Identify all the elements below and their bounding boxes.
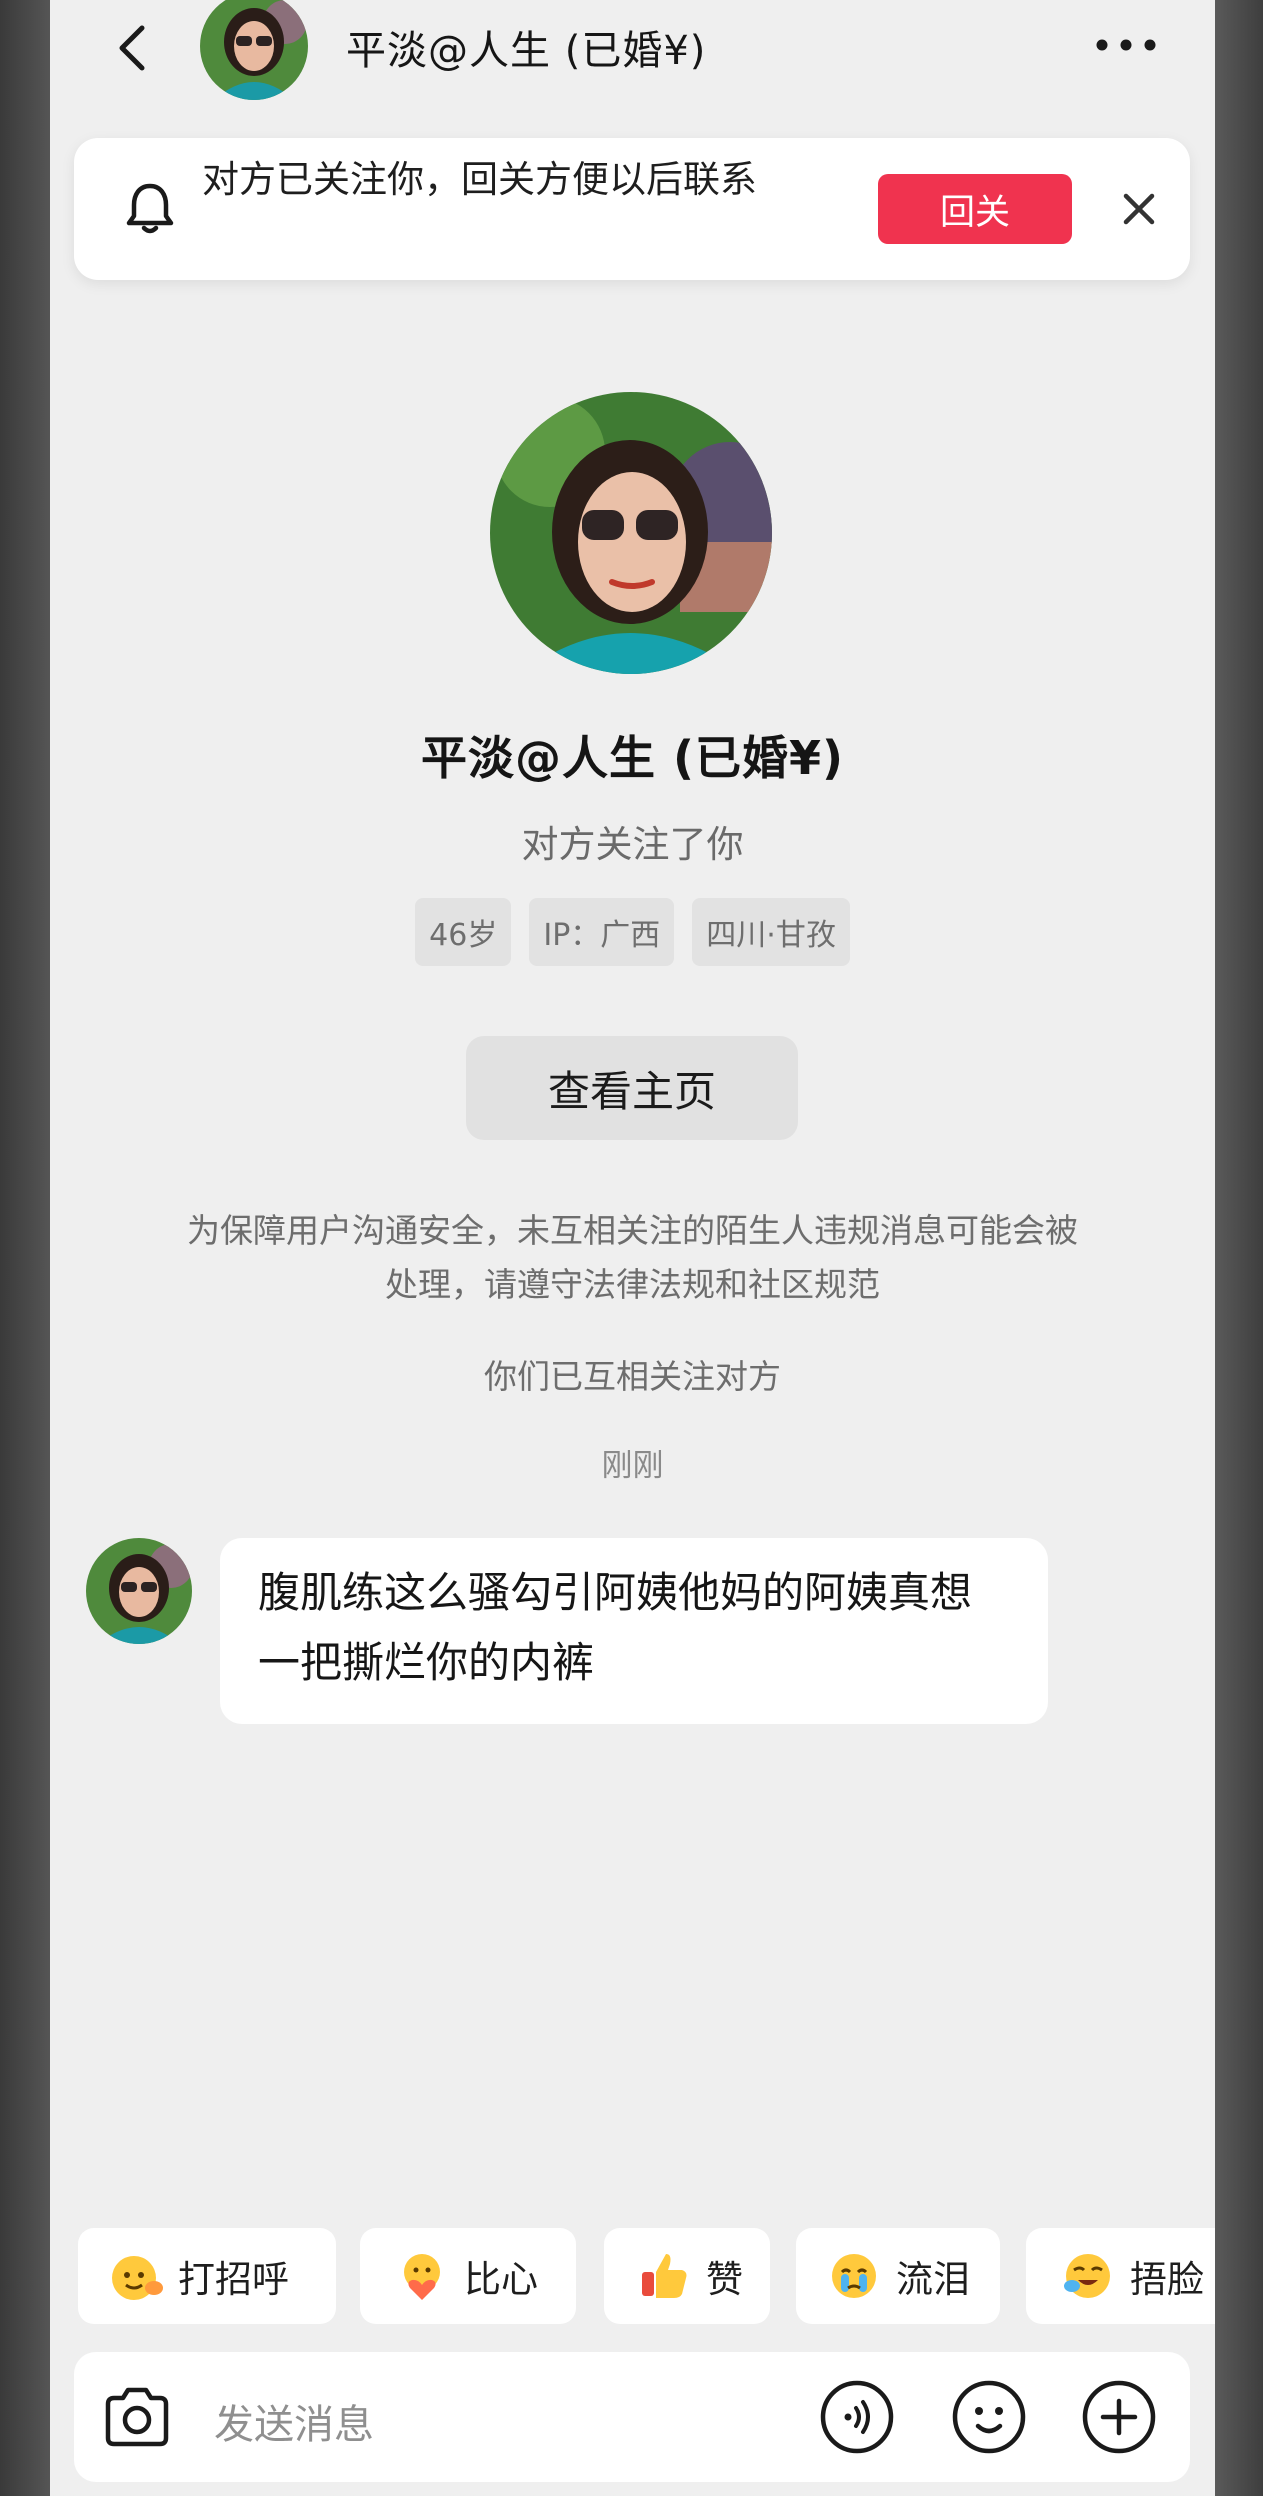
quick-reply-greet[interactable]: 打招呼 <box>78 2228 336 2324</box>
thumbs-up-emoji-icon <box>636 2248 692 2304</box>
view-homepage-button[interactable]: 查看主页 <box>466 1036 798 1140</box>
wave-emoji-icon <box>108 2248 164 2304</box>
bell-icon <box>120 178 180 238</box>
message-bubble[interactable]: 腹肌练这么骚勾引阿姨他妈的阿姨真想一把撕烂你的内裤 <box>220 1538 1048 1724</box>
back-button[interactable] <box>102 18 162 78</box>
quick-reply-row: 打招呼 比心 赞 流泪 捂脸 <box>78 2228 1215 2324</box>
header-avatar[interactable] <box>200 0 308 100</box>
more-actions-button[interactable] <box>1080 2378 1158 2456</box>
profile-follow-status: 对方关注了你 <box>521 823 744 866</box>
more-dots-icon <box>1096 39 1156 51</box>
quick-reply-heart[interactable]: 比心 <box>360 2228 576 2324</box>
ip-location-tag: IP：广西 <box>529 898 675 966</box>
chat-header: 平淡@人生 (已婚¥) <box>50 0 1215 120</box>
camera-icon <box>105 2387 169 2447</box>
facepalm-emoji-icon <box>1060 2248 1116 2304</box>
message-input-bar: 发送消息 <box>74 2352 1190 2482</box>
voice-icon <box>820 2380 894 2454</box>
heart-hands-emoji-icon <box>394 2248 450 2304</box>
message-input[interactable]: 发送消息 <box>214 2392 734 2448</box>
avatar-image <box>490 392 772 674</box>
avatar-image <box>200 0 308 100</box>
left-edge <box>0 0 50 2496</box>
camera-button[interactable] <box>98 2378 176 2456</box>
quick-reply-label: 打招呼 <box>178 2258 289 2301</box>
plus-icon <box>1082 2380 1156 2454</box>
age-tag: 46岁 <box>415 898 512 966</box>
quick-reply-like[interactable]: 赞 <box>604 2228 770 2324</box>
quick-reply-label: 比心 <box>464 2258 538 2301</box>
chat-title: 平淡@人生 (已婚¥) <box>346 28 707 74</box>
right-edge <box>1215 0 1263 2496</box>
chat-screen: 平淡@人生 (已婚¥) 对方已关注你，回关方便以后联系 回关 平淡@人生 (已婚… <box>50 0 1215 2496</box>
sender-avatar[interactable] <box>86 1538 192 1644</box>
avatar-image <box>86 1538 192 1644</box>
mutual-follow-notice: 你们已互相关注对方 <box>484 1357 781 1396</box>
crying-emoji-icon <box>826 2248 882 2304</box>
region-tag: 四川·甘孜 <box>692 898 850 966</box>
emoji-button[interactable] <box>950 2378 1028 2456</box>
banner-message: 对方已关注你，回关方便以后联系 <box>202 158 757 201</box>
follow-back-banner: 对方已关注你，回关方便以后联系 回关 <box>74 138 1190 280</box>
quick-reply-label: 捂脸 <box>1130 2258 1204 2301</box>
quick-reply-facepalm[interactable]: 捂脸 <box>1026 2228 1215 2324</box>
follow-back-button[interactable]: 回关 <box>878 174 1072 244</box>
chevron-left-icon <box>119 25 145 71</box>
voice-input-button[interactable] <box>818 2378 896 2456</box>
more-options-button[interactable] <box>1086 22 1166 68</box>
profile-avatar[interactable] <box>490 392 772 674</box>
quick-reply-label: 赞 <box>706 2258 743 2301</box>
message-timestamp: 刚刚 <box>601 1448 664 1484</box>
profile-tags: 46岁 IP：广西 四川·甘孜 <box>50 898 1215 966</box>
quick-reply-label: 流泪 <box>896 2258 970 2301</box>
close-icon <box>1123 193 1155 225</box>
quick-reply-cry[interactable]: 流泪 <box>796 2228 1000 2324</box>
emoji-face-icon <box>952 2380 1026 2454</box>
safety-notice: 为保障用户沟通安全，未互相关注的陌生人违规消息可能会被处理，请遵守法律法规和社区… <box>187 1211 1078 1304</box>
close-banner-button[interactable] <box>1108 178 1170 240</box>
profile-name: 平淡@人生 (已婚¥) <box>420 731 845 785</box>
